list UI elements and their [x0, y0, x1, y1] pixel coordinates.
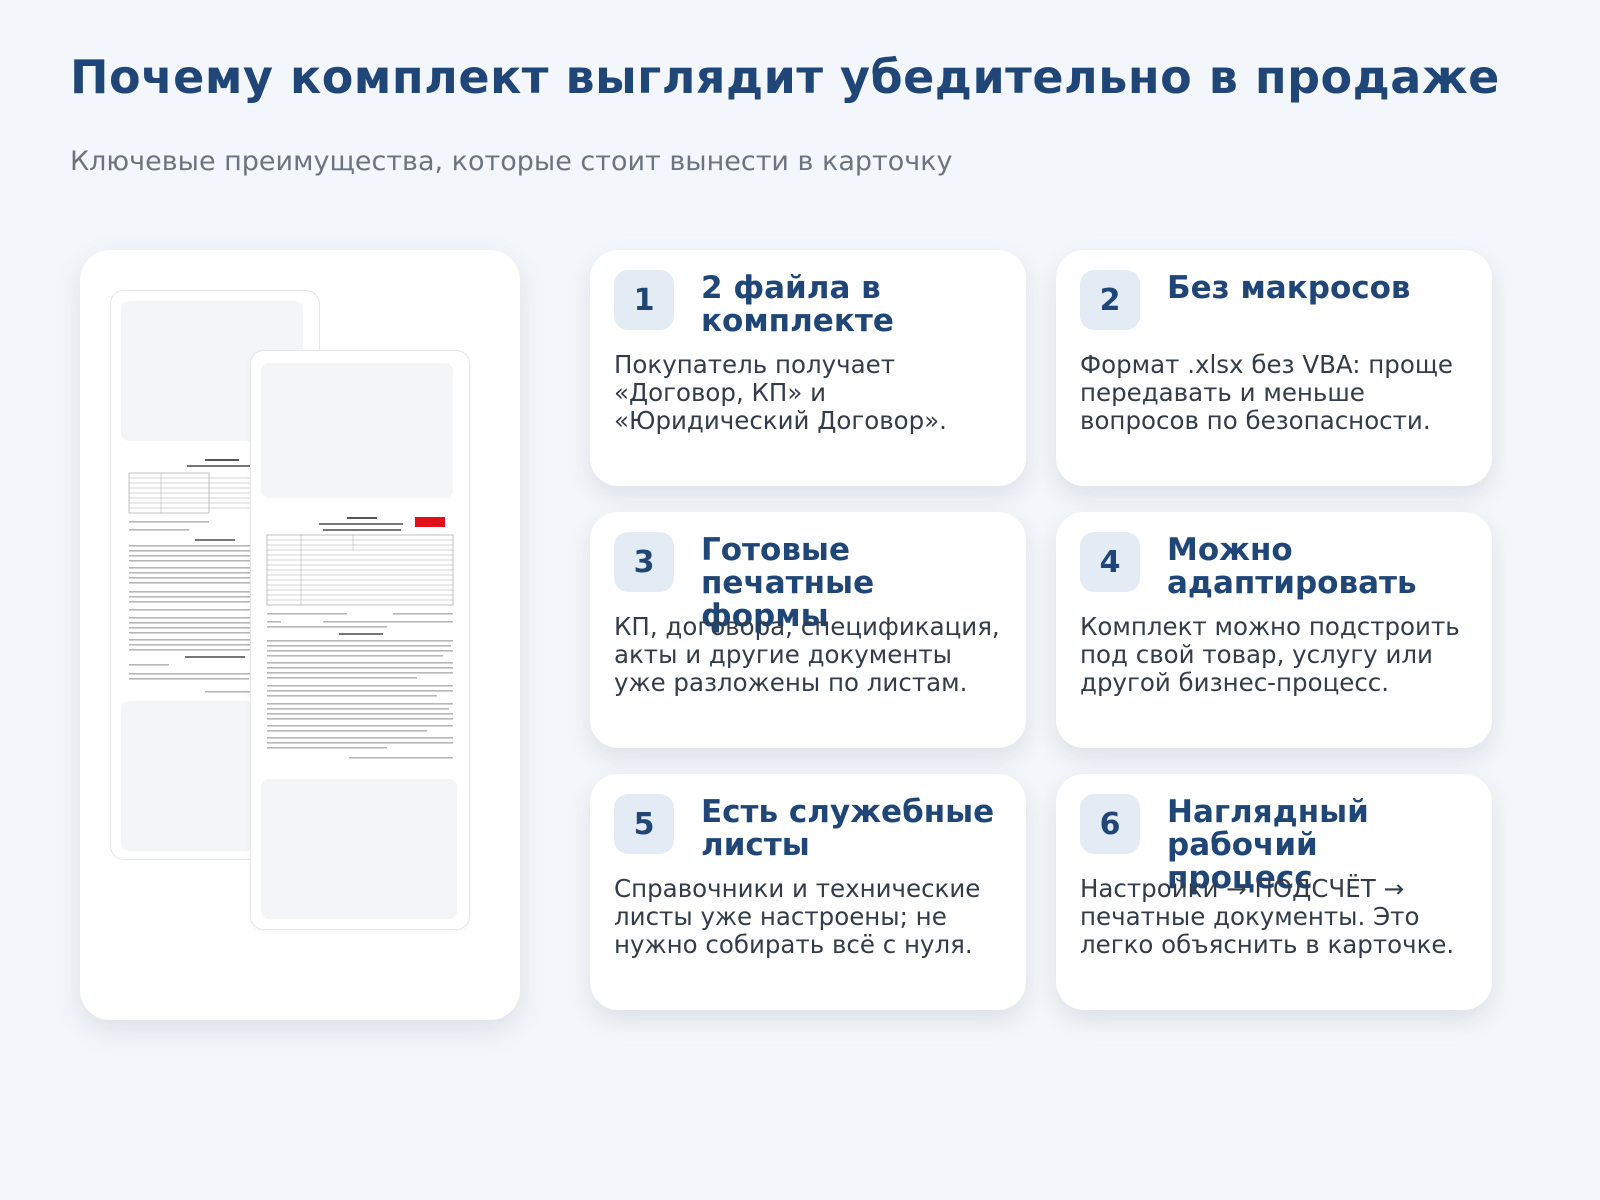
- card-number-badge: 6: [1080, 794, 1140, 854]
- card-number-badge: 2: [1080, 270, 1140, 330]
- card-number-badge: 4: [1080, 532, 1140, 592]
- card-title: Без макросов: [1167, 270, 1411, 306]
- slide: Почему комплект выглядит убедительно в п…: [0, 0, 1600, 1200]
- feature-card-1: 1 2 файла в комплекте Покупатель получае…: [590, 250, 1026, 486]
- card-description: Формат .xlsx без VBA: проще передавать и…: [1080, 350, 1453, 435]
- red-stamp: [415, 517, 445, 527]
- feature-card-3: 3 Готовые печатные формы КП, договора, с…: [590, 512, 1026, 748]
- card-description: Комплект можно подстроить под свой товар…: [1080, 612, 1460, 697]
- page-title: Почему комплект выглядит убедительно в п…: [70, 50, 1500, 104]
- card-description: Настройки → ПОДСЧЁТ → печатные документы…: [1080, 874, 1455, 959]
- page-subtitle: Ключевые преимущества, которые стоит вын…: [70, 146, 953, 177]
- image-placeholder: [261, 779, 457, 919]
- card-description: Справочники и технические листы уже наст…: [614, 874, 981, 959]
- image-placeholder: [261, 363, 453, 498]
- card-description: Покупатель получает «Договор, КП» и «Юри…: [614, 350, 947, 435]
- document-thumbnail-legal-contract: [250, 350, 470, 930]
- card-title: Можно адаптировать: [1167, 532, 1417, 601]
- document-page-preview: [263, 513, 459, 763]
- feature-card-6: 6 Наглядный рабочий процесс Настройки → …: [1056, 774, 1492, 1010]
- card-description: КП, договора, спецификация, акты и други…: [614, 612, 1000, 697]
- feature-card-5: 5 Есть служебные листы Справочники и тех…: [590, 774, 1026, 1010]
- card-title: 2 файла в комплекте: [701, 270, 894, 339]
- card-number-badge: 5: [614, 794, 674, 854]
- card-number-badge: 1: [614, 270, 674, 330]
- feature-card-2: 2 Без макросов Формат .xlsx без VBA: про…: [1056, 250, 1492, 486]
- card-title: Есть служебные листы: [701, 794, 995, 863]
- document-preview-panel: [80, 250, 520, 1020]
- card-number-badge: 3: [614, 532, 674, 592]
- feature-card-4: 4 Можно адаптировать Комплект можно подс…: [1056, 512, 1492, 748]
